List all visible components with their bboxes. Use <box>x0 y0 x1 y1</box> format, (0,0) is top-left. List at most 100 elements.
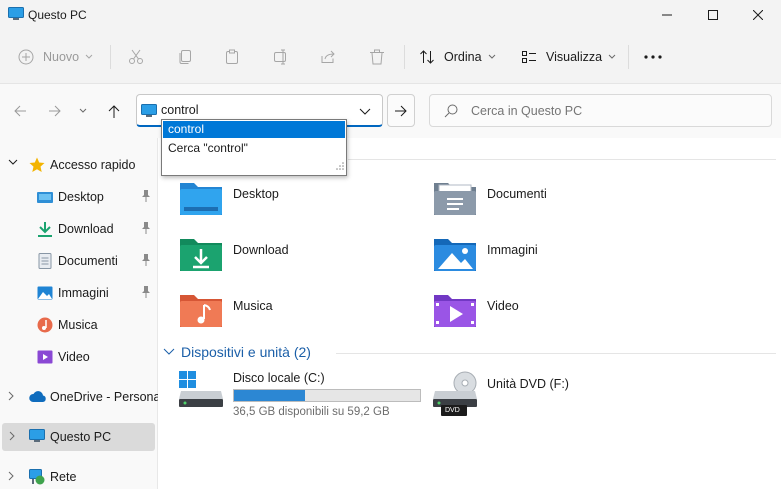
folder-music[interactable]: Musica <box>179 291 419 339</box>
forward-button[interactable] <box>43 101 67 121</box>
sidebar-item-label: Musica <box>58 318 98 332</box>
back-button[interactable] <box>8 101 32 121</box>
pin-icon <box>141 286 151 301</box>
folder-desktop[interactable]: Desktop <box>179 179 419 227</box>
search-input[interactable] <box>471 104 761 118</box>
drive-c[interactable]: Disco locale (C:) 36,5 GB disponibili su… <box>179 371 439 421</box>
minimize-button[interactable] <box>644 0 690 30</box>
video-folder-icon <box>434 295 476 327</box>
sidebar-item-onedrive[interactable]: OneDrive - Personal <box>0 383 163 411</box>
devices-header-label: Dispositivi e unità (2) <box>181 344 311 360</box>
sidebar-item-label: Video <box>58 350 90 364</box>
up-button[interactable] <box>102 101 126 121</box>
folder-download[interactable]: Download <box>179 235 419 283</box>
address-row <box>0 84 781 138</box>
this-pc-icon <box>8 7 24 21</box>
sidebar-item-label: Immagini <box>58 286 109 300</box>
cut-button[interactable] <box>128 42 144 72</box>
drive-label: Unità DVD (F:) <box>487 377 569 391</box>
view-label: Visualizza <box>546 50 603 64</box>
chevron-down-icon <box>488 54 495 59</box>
title-bar: Questo PC <box>0 0 781 30</box>
this-pc-icon <box>141 104 157 121</box>
more-icon <box>644 55 662 59</box>
address-suggestions: control Cerca "control" <box>161 119 347 176</box>
download-folder-icon <box>180 239 222 271</box>
folder-label: Immagini <box>487 243 538 257</box>
documents-folder-icon <box>434 183 476 215</box>
sidebar-item-documents[interactable]: Documenti <box>0 247 156 275</box>
view-button[interactable]: Visualizza <box>521 42 616 72</box>
sidebar-item-download[interactable]: Download <box>0 215 156 243</box>
drive-label: Disco locale (C:) <box>233 371 325 385</box>
sidebar-item-videos[interactable]: Video <box>0 343 156 371</box>
trash-icon <box>370 49 384 65</box>
sidebar-item-label: Download <box>58 222 114 236</box>
sidebar-item-this-pc[interactable]: Questo PC <box>2 423 155 451</box>
arrow-up-icon <box>108 104 120 118</box>
this-pc-icon <box>29 429 45 445</box>
drive-free-space: 36,5 GB disponibili su 59,2 GB <box>233 406 390 418</box>
drive-usage-fill <box>234 390 305 401</box>
pin-icon <box>141 190 151 205</box>
paste-button[interactable] <box>224 42 240 72</box>
chevron-down-icon <box>8 159 18 165</box>
share-button[interactable] <box>320 42 336 72</box>
copy-button[interactable] <box>177 42 193 72</box>
devices-section-header[interactable]: Dispositivi e unità (2) <box>163 344 311 360</box>
sidebar-item-network[interactable]: Rete <box>0 463 156 489</box>
folder-label: Desktop <box>233 187 279 201</box>
share-icon <box>321 50 335 63</box>
address-dropdown-button[interactable] <box>359 105 371 119</box>
sidebar-item-music[interactable]: Musica <box>0 311 156 339</box>
download-icon <box>37 221 53 237</box>
folder-documents[interactable]: Documenti <box>433 179 673 227</box>
folder-pictures[interactable]: Immagini <box>433 235 673 283</box>
sidebar-item-label: Desktop <box>58 190 104 204</box>
suggestion-item[interactable]: control <box>163 121 345 138</box>
address-input[interactable] <box>161 103 351 117</box>
music-icon <box>37 317 53 333</box>
scissors-icon <box>129 49 143 64</box>
section-divider <box>348 159 776 160</box>
sort-button[interactable]: Ordina <box>419 42 496 72</box>
delete-button[interactable] <box>369 42 385 72</box>
sidebar-item-desktop[interactable]: Desktop <box>0 183 156 211</box>
pin-icon <box>141 254 151 269</box>
more-options-button[interactable] <box>644 42 662 72</box>
pin-icon <box>141 222 151 237</box>
go-button[interactable] <box>387 94 415 127</box>
drive-f-dvd[interactable]: DVD Unità DVD (F:) <box>433 371 693 421</box>
sidebar-item-pictures[interactable]: Immagini <box>0 279 156 307</box>
copy-icon <box>179 50 191 64</box>
new-button[interactable]: Nuovo <box>18 42 93 72</box>
folder-label: Video <box>487 299 519 313</box>
close-button[interactable] <box>735 0 781 30</box>
window-title: Questo PC <box>28 8 87 22</box>
folder-videos[interactable]: Video <box>433 291 673 339</box>
pictures-icon <box>37 285 53 301</box>
recent-locations-button[interactable] <box>73 101 93 121</box>
minimize-icon <box>662 14 672 16</box>
search-box[interactable] <box>429 94 772 127</box>
maximize-button[interactable] <box>690 0 736 30</box>
folder-label: Download <box>233 243 289 257</box>
sidebar-item-label: Documenti <box>58 254 118 268</box>
clipboard-icon <box>226 49 238 64</box>
document-icon <box>37 253 53 269</box>
cloud-icon <box>29 389 46 405</box>
suggestion-item[interactable]: Cerca "control" <box>163 140 345 157</box>
chevron-right-icon <box>8 391 14 401</box>
sidebar-item-quick-access[interactable]: Accesso rapido <box>0 151 156 179</box>
navigation-pane: Accesso rapido Desktop Download Document… <box>0 138 163 489</box>
desktop-folder-icon <box>37 189 53 205</box>
video-icon <box>37 349 53 365</box>
rename-button[interactable] <box>273 42 289 72</box>
sort-label: Ordina <box>444 50 482 64</box>
resize-grip-icon[interactable] <box>336 159 344 173</box>
chevron-right-icon <box>8 471 14 481</box>
sort-icon <box>420 50 434 64</box>
network-icon <box>29 469 45 485</box>
chevron-down-icon <box>359 108 371 115</box>
arrow-right-icon <box>395 105 407 116</box>
